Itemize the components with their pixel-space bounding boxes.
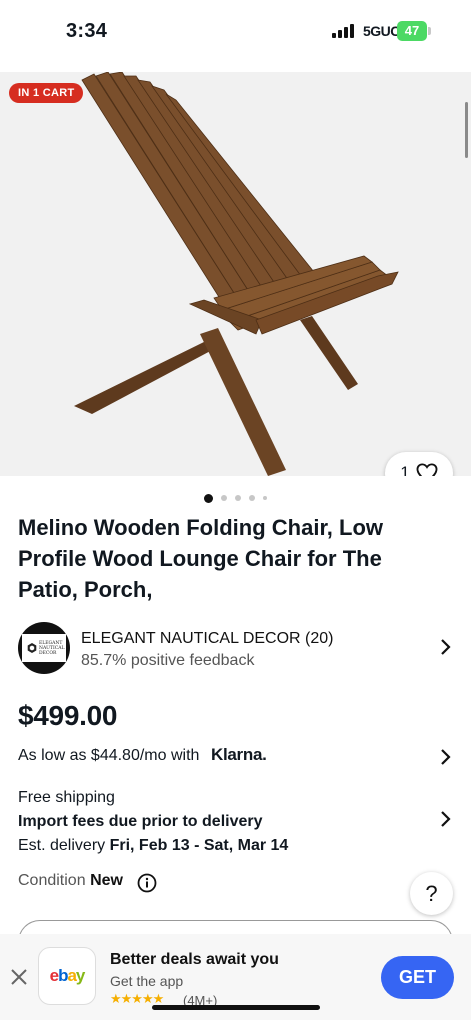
carousel-dot[interactable] <box>263 496 267 500</box>
help-button[interactable]: ? <box>410 872 453 915</box>
network-indicator: 5GUC <box>363 23 400 39</box>
close-icon[interactable] <box>10 968 28 986</box>
chevron-right-icon[interactable] <box>439 638 453 656</box>
listing-title: Melino Wooden Folding Chair, Low Profile… <box>18 515 384 602</box>
carousel-dots[interactable] <box>0 492 471 504</box>
product-image-carousel[interactable]: IN 1 CART 1 <box>0 72 471 476</box>
condition-value: New <box>90 872 123 889</box>
seller-logo-text: ELEGANT NAUTICAL DECOR <box>39 640 65 656</box>
carousel-dot[interactable] <box>249 495 255 501</box>
ebay-app-icon: ebay <box>38 947 96 1005</box>
carousel-dot[interactable] <box>221 495 227 501</box>
condition-label: Condition <box>18 872 86 889</box>
banner-subtitle: Get the app <box>110 973 184 989</box>
heart-icon <box>416 463 438 476</box>
status-time: 3:34 <box>66 20 108 42</box>
financing-text: As low as $44.80/mo with <box>18 747 200 764</box>
klarna-logo: Klarna. <box>211 745 267 764</box>
seller-name[interactable]: ELEGANT NAUTICAL DECOR (20) <box>81 630 334 648</box>
shipping-cost: Free shipping <box>18 789 115 806</box>
estimated-delivery: Est. delivery Fri, Feb 13 - Sat, Mar 14 <box>18 834 458 858</box>
chevron-right-icon[interactable] <box>439 810 453 828</box>
chevron-right-icon[interactable] <box>439 748 453 766</box>
seller-logo: ELEGANT NAUTICAL DECOR <box>18 622 70 674</box>
scrollbar[interactable] <box>465 102 468 158</box>
price: $499.00 <box>18 700 118 731</box>
ship-wheel-icon <box>27 643 37 653</box>
condition-row: Condition New <box>18 872 123 890</box>
financing-row[interactable]: As low as $44.80/mo with Klarna. <box>18 745 458 769</box>
battery-nub <box>428 27 431 35</box>
carousel-dot[interactable] <box>235 495 241 501</box>
seller-row[interactable]: ELEGANT NAUTICAL DECOR ELEGANT NAUTICAL … <box>18 620 458 676</box>
home-indicator <box>152 1005 320 1010</box>
info-icon[interactable] <box>137 873 157 893</box>
seller-feedback: 85.7% positive feedback <box>81 652 255 669</box>
battery-icon: 47 <box>397 21 427 41</box>
banner-title: Better deals await you <box>110 951 279 968</box>
in-cart-badge: IN 1 CART <box>9 83 84 103</box>
est-delivery-dates: Fri, Feb 13 - Sat, Mar 14 <box>109 837 289 854</box>
carousel-dot[interactable] <box>204 493 213 503</box>
signal-icon <box>332 24 356 38</box>
product-image <box>74 72 399 476</box>
import-fees: Import fees due prior to delivery <box>18 813 263 830</box>
est-delivery-label: Est. delivery <box>18 837 106 854</box>
shipping-section[interactable]: Free shipping Import fees due prior to d… <box>18 786 458 858</box>
watch-count: 1 <box>400 463 410 476</box>
watch-button[interactable]: 1 <box>385 452 453 476</box>
get-app-button[interactable]: GET <box>381 956 454 999</box>
status-bar: 3:34 5GUC 47 <box>0 0 471 64</box>
